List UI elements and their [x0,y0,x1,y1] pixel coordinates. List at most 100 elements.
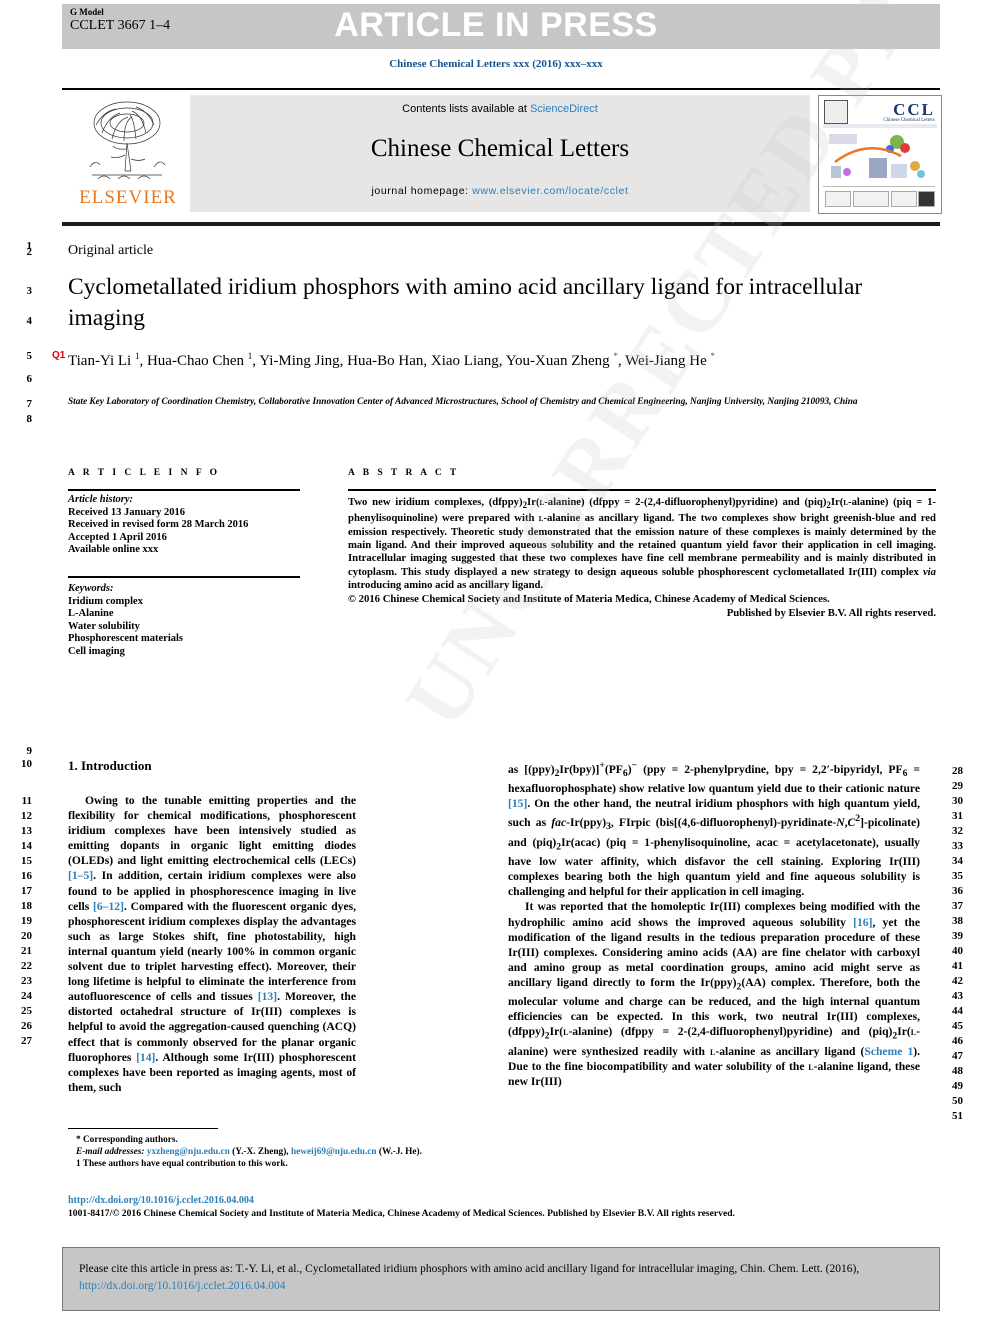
line-number: 51 [952,1110,963,1122]
line-number: 44 [952,1005,963,1017]
page-title: Cyclometallated iridium phosphors with a… [68,274,863,331]
line-number: 43 [952,990,963,1002]
line-number: 22 [21,960,32,972]
email-link-1[interactable]: yxzheng@nju.edu.cn [147,1147,230,1157]
body-column-right: as [(ppy)2Ir(bpy)]+(PF6)− (ppy = 2-pheny… [508,760,921,1089]
cite-doi-link[interactable]: http://dx.doi.org/10.1016/j.cclet.2016.0… [79,1280,285,1292]
history-item: Received 13 January 2016 [68,506,185,518]
keywords-label: Keywords: [68,583,114,594]
line-number: 29 [952,780,963,792]
line-number: 23 [21,975,32,987]
line-number: 20 [21,930,32,942]
article-in-press-text: ARTICLE IN PRESS [334,6,658,44]
line-number: 12 [21,810,32,822]
contents-prefix: Contents lists available at [402,103,530,115]
article-info-rule [68,489,300,491]
body-column-left: Owing to the tunable emitting properties… [68,794,357,1094]
doi-link[interactable]: http://dx.doi.org/10.1016/j.cclet.2016.0… [68,1195,254,1206]
journal-title: Chinese Chemical Letters [370,135,630,162]
line-number: 48 [952,1065,963,1077]
line-number: 47 [952,1050,963,1062]
elsevier-wordmark: ELSEVIER [79,187,177,208]
line-number: 18 [21,900,32,912]
cover-acronym: CCL [893,100,935,119]
line-number: 15 [21,855,32,867]
journal-masthead: ELSEVIER Contents lists available at Sci… [62,95,942,215]
sciencedirect-link[interactable]: ScienceDirect [530,103,598,115]
line-number: 13 [21,825,32,837]
line-number: 28 [952,765,963,777]
elsevier-tree-icon [89,101,166,180]
line-number: 32 [952,825,963,837]
abstract-heading: A B S T R A C T [348,468,460,478]
affiliation: State Key Laboratory of Coordination Che… [68,397,858,407]
email-link-2[interactable]: heweij69@nju.edu.cn [291,1147,377,1157]
keyword-item: Water solubility [68,620,140,632]
line-number: 34 [952,855,963,867]
line-number: 21 [21,945,32,957]
email-owner-1: (Y.-X. Zheng), [232,1147,289,1158]
line-number: 41 [952,960,963,972]
line-number: 5 [26,350,33,362]
keywords-rule [68,576,300,578]
masthead-top-rule [62,88,940,90]
abstract-rule [348,489,936,491]
journal-homepage-line: journal homepage: www.elsevier.com/locat… [190,185,810,197]
keyword-item: Cell imaging [68,645,125,657]
issn-copyright-line: 1001-8417/© 2016 Chinese Chemical Societ… [68,1208,735,1219]
line-number: 31 [952,810,963,822]
line-number: 46 [952,1035,963,1047]
cover-graphic [829,134,925,178]
abstract-published-by: Published by Elsevier B.V. All rights re… [726,606,936,619]
keyword-item: Phosphorescent materials [68,633,184,645]
line-number: 45 [952,1020,963,1032]
line-number: 4 [26,315,33,327]
line-number: 30 [952,795,963,807]
abstract-copyright: © 2016 Chinese Chemical Society and Inst… [348,593,830,606]
footnote-rule [68,1128,218,1129]
cover-corner-mark [824,100,848,124]
line-number: 11 [21,795,32,807]
homepage-label: journal homepage: [371,185,473,197]
cite-text: Please cite this article in press as: T.… [79,1261,921,1295]
article-type: Original article [68,243,154,258]
line-number: 7 [26,398,33,410]
keyword-item: L-Alanine [68,608,114,620]
cite-this-article-box: Please cite this article in press as: T.… [62,1247,940,1311]
line-number: 27 [21,1035,32,1047]
journal-reference: Chinese Chemical Letters xxx (2016) xxx–… [389,58,603,70]
line-number: 39 [952,930,963,942]
query-flag[interactable]: Q1 [52,350,65,361]
line-number: 25 [21,1005,32,1017]
line-number: 24 [21,990,32,1002]
email-addresses-note: E-mail addresses: yxzheng@nju.edu.cn (Y.… [68,1146,438,1158]
history-item: Accepted 1 April 2016 [68,531,167,543]
cover-footer-box-2 [853,191,889,207]
line-number: 14 [21,840,32,852]
email-addresses-label: E-mail addresses: [76,1147,145,1158]
line-number: 9 [26,745,33,757]
line-number: 6 [26,373,33,385]
cover-subtitle: Chinese Chemical Letters [883,118,935,123]
line-number: 49 [952,1080,963,1092]
line-number: 17 [21,885,32,897]
line-number: 16 [21,870,32,882]
line-number: 3 [26,285,33,297]
section-heading-introduction: 1. Introduction [68,758,152,773]
line-number: 37 [952,900,963,912]
line-number: 36 [952,885,963,897]
article-page: UNCORRECTED PROOF G Model CCLET 3667 1–4… [0,0,992,1323]
masthead-bottom-rule [62,222,940,226]
abstract-text: Two new iridium complexes, (dfppy)2Ir(l-… [348,496,936,591]
article-history-label: Article history: [68,494,134,505]
article-info-heading: A R T I C L E I N F O [68,468,221,478]
keyword-item: Iridium complex [68,595,143,607]
homepage-url[interactable]: www.elsevier.com/locate/cclet [472,185,628,197]
cover-footer [823,186,935,209]
line-number: 38 [952,915,963,927]
line-number: 42 [952,975,963,987]
line-number: 2 [26,246,33,258]
author-list: Tian-Yi Li 1, Hua-Chao Chen 1, Yi-Ming J… [68,351,716,369]
line-number: 8 [26,413,33,425]
email-owner-2: (W.-J. He). [378,1147,422,1158]
